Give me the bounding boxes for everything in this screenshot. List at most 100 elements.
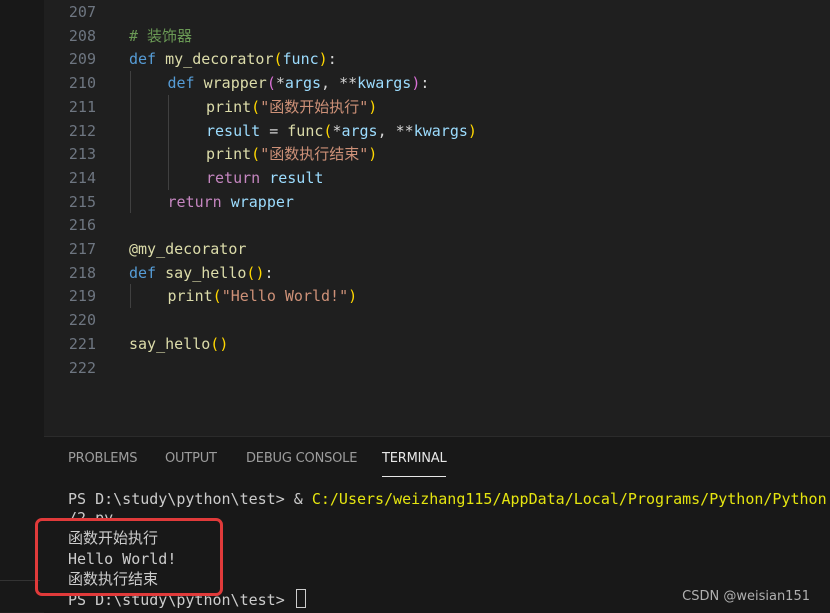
code-line: 220 <box>44 308 830 332</box>
code-text: def my_decorator(func): <box>129 47 337 71</box>
watermark: CSDN @weisian151 <box>682 589 810 604</box>
code-text: print("函数开始执行") <box>206 95 377 119</box>
active-tab-indicator <box>382 476 446 477</box>
highlight-box <box>35 518 223 596</box>
tab-debug-console[interactable]: DEBUG CONSOLE <box>246 451 357 466</box>
code-token: ) <box>219 334 229 353</box>
code-token: ** <box>395 121 414 140</box>
line-number: 209 <box>68 50 96 69</box>
line-number: 214 <box>68 168 96 187</box>
code-token: ) <box>467 121 477 140</box>
code-token: ) <box>368 145 378 164</box>
code-token: "Hello World!" <box>221 287 349 306</box>
code-token: print <box>206 145 252 164</box>
code-line: 210 def wrapper(*args, **kwargs): <box>44 71 830 95</box>
code-token: ( <box>266 74 276 93</box>
tab-problems[interactable]: PROBLEMS <box>68 451 138 466</box>
tab-terminal[interactable]: TERMINAL <box>382 451 447 466</box>
line-number: 212 <box>68 121 96 140</box>
code-token: ) <box>348 287 358 306</box>
line-number: 216 <box>68 216 96 235</box>
code-token: def <box>129 50 166 69</box>
code-text: say_hello() <box>129 332 228 356</box>
code-line: 211 print("函数开始执行") <box>44 95 830 119</box>
code-token: func <box>287 121 324 140</box>
code-line: 218 def say_hello(): <box>44 261 830 285</box>
terminal-command-line: PS D:\study\python\test> & C:/Users/weiz… <box>68 489 827 509</box>
code-token: * <box>275 74 285 93</box>
code-line: 216 <box>44 213 830 237</box>
line-number: 210 <box>68 74 96 93</box>
python-path: C:/Users/weizhang115/AppData/Local/Progr… <box>311 490 827 508</box>
code-token: result <box>206 121 261 140</box>
code-text: def say_hello(): <box>129 261 274 285</box>
divider <box>0 580 40 581</box>
code-token: ** <box>339 74 358 93</box>
code-token: kwargs <box>413 121 468 140</box>
code-line: 219 print("Hello World!") <box>44 284 830 308</box>
code-token: , <box>377 121 396 140</box>
code-line: 222 <box>44 356 830 380</box>
code-line: 215 return wrapper <box>44 190 830 214</box>
code-token: @my_decorator <box>129 240 247 258</box>
tab-output[interactable]: OUTPUT <box>165 451 217 466</box>
code-line: 209 def my_decorator(func): <box>44 47 830 71</box>
code-token: : <box>420 74 430 93</box>
line-number: 222 <box>68 358 96 377</box>
code-token: result <box>269 168 324 187</box>
code-line: 217 @my_decorator <box>44 237 830 261</box>
code-token: print <box>206 97 252 116</box>
code-token: : <box>264 263 274 282</box>
code-token: kwargs <box>357 74 412 93</box>
code-token: ( <box>251 145 261 164</box>
code-token: return <box>167 192 231 211</box>
code-token: # 装饰器 <box>129 26 193 45</box>
code-token: args <box>284 74 322 93</box>
code-token: ) <box>318 50 328 69</box>
code-token: , <box>321 74 340 93</box>
code-text: def wrapper(*args, **kwargs): <box>168 71 430 95</box>
terminal-prompt: PS D:\study\python\test> & <box>68 490 312 508</box>
code-editor[interactable]: 207 208 # 装饰器 209 def my_decorator(func): 210… <box>44 0 830 436</box>
code-token: ( <box>273 50 283 69</box>
line-number: 221 <box>68 334 96 353</box>
code-token: return <box>206 168 270 187</box>
code-token: my_decorator <box>165 50 274 69</box>
code-token: ( <box>212 287 222 306</box>
indent-guide <box>168 94 169 190</box>
code-token: ( <box>251 97 261 116</box>
code-token: wrapper <box>203 74 267 93</box>
code-text: @my_decorator <box>129 237 246 261</box>
code-token: : <box>327 50 337 69</box>
code-line: 208 # 装饰器 <box>44 24 830 48</box>
code-token: ( <box>210 334 220 353</box>
line-number: 207 <box>68 3 96 21</box>
code-token: say_hello <box>165 263 247 282</box>
code-token: args <box>341 121 378 140</box>
code-token: func <box>282 50 319 69</box>
code-token: def <box>129 263 166 282</box>
code-text: # 装饰器 <box>129 24 192 48</box>
code-token: ) <box>368 97 378 116</box>
code-line: 207 <box>44 0 830 24</box>
code-text: return wrapper <box>168 190 294 214</box>
line-number: 219 <box>68 287 96 306</box>
code-line: 212 result = func(*args, **kwargs) <box>44 119 830 143</box>
line-number: 211 <box>68 97 96 116</box>
line-number: 217 <box>68 240 96 258</box>
code-token: say_hello <box>129 334 211 353</box>
code-token: wrapper <box>230 192 294 211</box>
line-number: 218 <box>68 263 96 282</box>
line-number: 215 <box>68 192 96 211</box>
panel-tabs: PROBLEMS OUTPUT DEBUG CONSOLE TERMINAL <box>44 437 830 483</box>
code-token: = <box>260 121 288 140</box>
code-line: 213 print("函数执行结束") <box>44 142 830 166</box>
code-line: 221 say_hello() <box>44 332 830 356</box>
code-text: result = func(*args, **kwargs) <box>206 119 477 143</box>
terminal-cursor <box>295 589 306 608</box>
line-number: 213 <box>68 145 96 164</box>
code-text: return result <box>206 166 323 190</box>
line-number: 208 <box>68 26 96 45</box>
code-text: print("Hello World!") <box>168 284 358 308</box>
code-token: def <box>167 74 204 93</box>
